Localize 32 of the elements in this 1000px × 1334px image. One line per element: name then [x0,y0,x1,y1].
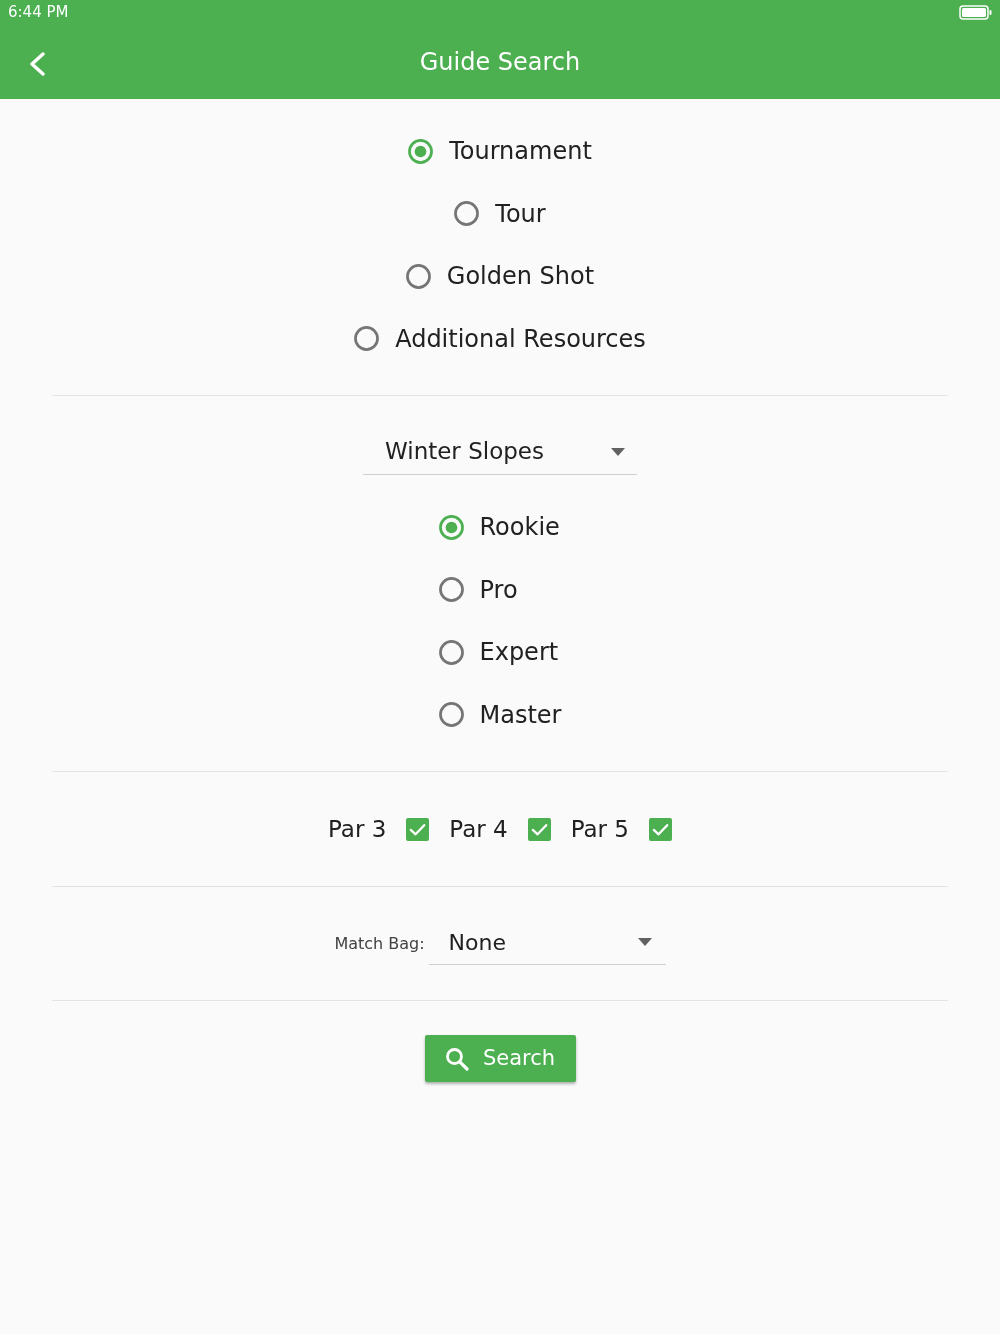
radio-button[interactable] [354,326,380,352]
option-label: Expert [479,637,559,669]
checkbox-label: Par 4 [449,814,508,844]
caret-icon [637,938,652,946]
back-icon[interactable] [28,52,46,76]
radio-button[interactable] [438,514,464,540]
option-label: Master [479,699,562,731]
option-label: Tournament [449,136,592,168]
radio-button[interactable] [438,702,464,728]
status-time: 6:44 PM [8,2,69,23]
checkbox-label: Par 3 [328,814,387,844]
option-label: Tour [495,198,546,230]
radio-button[interactable] [408,138,434,164]
option-label: Golden Shot [446,261,595,293]
checkbox[interactable] [406,817,430,841]
match-bag-dropdown[interactable]: None [428,922,666,965]
field-label: Match Bag: [334,932,425,955]
course-dropdown[interactable]: Winter Slopes [363,433,637,475]
radio-button[interactable] [438,577,464,603]
radio-button[interactable] [438,639,464,665]
radio-button[interactable] [454,201,480,227]
radio-button[interactable] [405,263,431,289]
checkbox[interactable] [527,817,551,841]
battery-icon [959,5,992,20]
checkbox-label: Par 5 [570,814,629,844]
option-label: Additional Resources [395,323,646,355]
option-label: Pro [479,574,518,606]
search-icon [444,1046,469,1071]
page-title: Guide Search [419,47,581,78]
option-label: Rookie [479,512,560,544]
caret-icon [611,447,625,456]
checkbox[interactable] [649,817,672,841]
